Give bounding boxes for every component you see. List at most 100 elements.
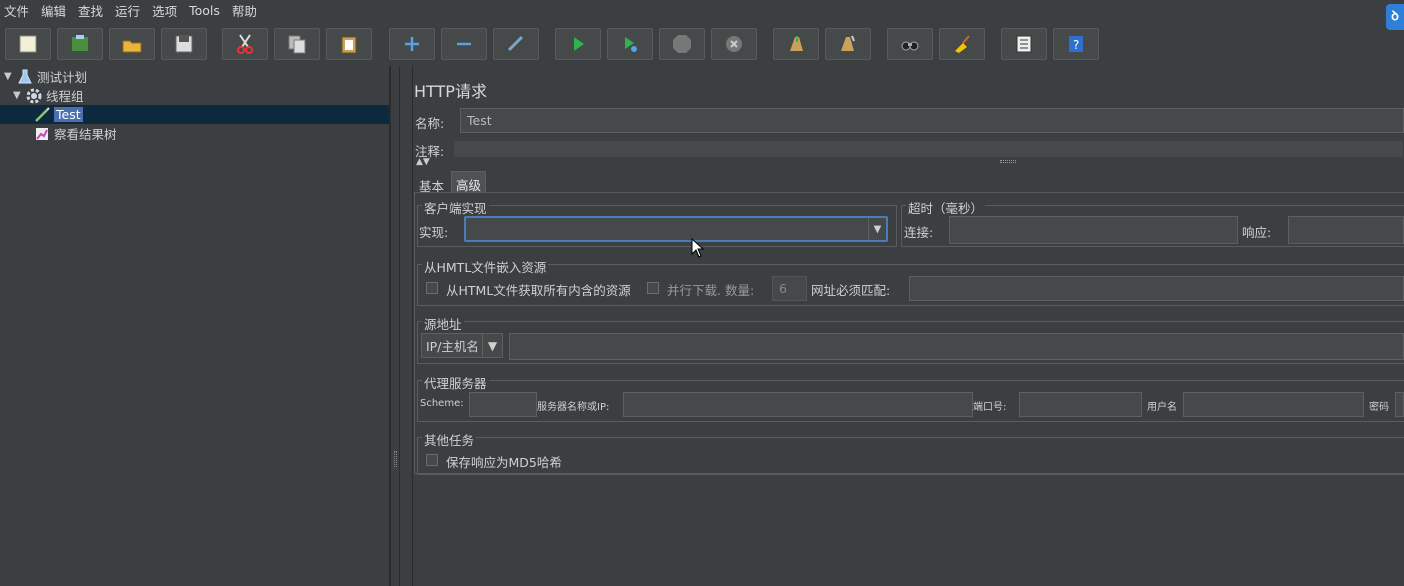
new-icon xyxy=(19,35,37,53)
toolbar: ? xyxy=(0,24,1404,64)
tree-item-thread-group[interactable]: ▼ 线程组 xyxy=(13,86,84,105)
tree-item-label: 测试计划 xyxy=(37,70,88,85)
open-button[interactable] xyxy=(109,28,155,60)
collapse-all-button[interactable] xyxy=(441,28,487,60)
toggle-button[interactable] xyxy=(493,28,539,60)
proxy-scheme-input[interactable] xyxy=(469,392,537,417)
connect-timeout-label: 连接: xyxy=(904,225,934,240)
open-icon xyxy=(122,40,142,53)
cut-button[interactable] xyxy=(222,28,268,60)
source-address-input[interactable] xyxy=(509,333,1404,360)
menu-tools[interactable]: Tools xyxy=(183,3,226,18)
shutdown-button[interactable] xyxy=(711,28,757,60)
connect-timeout-input[interactable] xyxy=(949,216,1238,244)
impl-select[interactable]: ▼ xyxy=(464,216,888,242)
mouse-cursor-icon xyxy=(691,238,705,258)
impl-label: 实现: xyxy=(419,225,449,240)
url-match-input[interactable] xyxy=(909,276,1404,301)
group-title: 源地址 xyxy=(422,314,464,333)
name-label: 名称: xyxy=(415,116,445,131)
menu-run[interactable]: 运行 xyxy=(109,1,146,20)
start-no-pause-icon xyxy=(625,37,637,52)
expand-all-button[interactable] xyxy=(389,28,435,60)
function-helper-icon xyxy=(1016,35,1032,53)
tree-item-test-plan[interactable]: ▼ 测试计划 xyxy=(4,67,87,86)
group-title: 代理服务器 xyxy=(422,373,489,392)
menu-edit[interactable]: 编辑 xyxy=(35,1,72,20)
proxy-password-label: 密码 xyxy=(1369,402,1389,413)
expand-toggle-icon[interactable]: ▼ xyxy=(4,71,16,82)
source-type-select[interactable]: IP/主机名 ▼ xyxy=(421,333,503,358)
clear-all-button[interactable] xyxy=(825,28,871,60)
start-button[interactable] xyxy=(555,28,601,60)
save-button[interactable] xyxy=(161,28,207,60)
start-no-pauses-button[interactable] xyxy=(607,28,653,60)
url-match-label: 网址必须匹配: xyxy=(811,283,891,298)
tab-advanced[interactable]: 高级 xyxy=(451,171,487,193)
test-plan-tree: ▼ 测试计划 ▼ 线程组 Test 察看结果树 xyxy=(0,66,390,586)
templates-icon xyxy=(72,35,88,51)
help-button[interactable]: ? xyxy=(1053,28,1099,60)
tab-basic[interactable]: 基本 xyxy=(415,173,448,194)
start-icon xyxy=(574,37,584,51)
parallel-count-input[interactable]: 6 xyxy=(772,276,807,301)
proxy-server-input[interactable] xyxy=(623,392,973,417)
chevron-down-icon[interactable]: ▼ xyxy=(868,218,886,240)
tree-item-label: 线程组 xyxy=(46,89,84,104)
proxy-server-label: 服务器名称或IP: xyxy=(537,402,610,413)
clear-all-icon xyxy=(841,35,855,51)
split-pane-divider[interactable] xyxy=(390,66,400,586)
collapse-icon xyxy=(457,42,471,46)
menu-bar: 文件 编辑 查找 运行 选项 Tools 帮助 xyxy=(0,0,1404,20)
copy-icon xyxy=(288,35,306,54)
proxy-port-label: 端口号: xyxy=(973,402,1007,413)
toggle-icon xyxy=(507,35,524,52)
retrieve-resources-label: 从HTML文件获取所有内含的资源 xyxy=(446,283,631,298)
resize-grip-icon[interactable] xyxy=(1000,160,1016,163)
response-timeout-label: 响应: xyxy=(1242,225,1272,240)
proxy-username-input[interactable] xyxy=(1183,392,1364,417)
group-title: 客户端实现 xyxy=(422,198,489,217)
name-input[interactable]: Test xyxy=(460,108,1404,133)
expand-toggle-icon[interactable]: ▼ xyxy=(13,90,25,101)
group-title: 从HMTL文件嵌入资源 xyxy=(422,257,549,276)
tree-item-http-request[interactable]: Test xyxy=(0,105,389,124)
help-icon: ? xyxy=(1069,36,1083,52)
paste-icon xyxy=(341,36,357,54)
menu-options[interactable]: 选项 xyxy=(146,1,183,20)
save-icon xyxy=(175,35,193,53)
page-title: HTTP请求 xyxy=(414,82,487,101)
drag-grip-icon[interactable] xyxy=(394,451,397,467)
proxy-port-input[interactable] xyxy=(1019,392,1142,417)
parallel-downloads-label: 并行下载. 数量: xyxy=(667,283,755,298)
comment-input[interactable] xyxy=(453,140,1404,158)
search-icon xyxy=(901,41,919,51)
svg-text:?: ? xyxy=(1073,38,1079,52)
reset-search-button[interactable] xyxy=(939,28,985,60)
search-button[interactable] xyxy=(887,28,933,60)
parallel-downloads-checkbox[interactable] xyxy=(647,282,659,294)
clear-button[interactable] xyxy=(773,28,819,60)
new-button[interactable] xyxy=(5,28,51,60)
copy-button[interactable] xyxy=(274,28,320,60)
templates-button[interactable] xyxy=(57,28,103,60)
tree-item-results-tree[interactable]: 察看结果树 xyxy=(33,124,117,143)
response-timeout-input[interactable] xyxy=(1288,216,1404,244)
cut-icon xyxy=(237,34,253,54)
expand-icon xyxy=(405,37,419,51)
source-type-value: IP/主机名 xyxy=(426,339,479,354)
menu-help[interactable]: 帮助 xyxy=(226,1,263,20)
collapse-arrows-icon[interactable]: ▲▼ xyxy=(416,157,430,167)
paste-button[interactable] xyxy=(326,28,372,60)
tree-item-label: Test xyxy=(54,107,83,122)
menu-search[interactable]: 查找 xyxy=(72,1,109,20)
retrieve-resources-checkbox[interactable] xyxy=(426,282,438,294)
function-helper-button[interactable] xyxy=(1001,28,1047,60)
proxy-password-input[interactable] xyxy=(1395,392,1404,417)
md5-checkbox[interactable] xyxy=(426,454,438,466)
menu-file[interactable]: 文件 xyxy=(0,1,35,20)
chevron-down-icon[interactable]: ▼ xyxy=(482,334,502,357)
group-title: 其他任务 xyxy=(422,430,477,449)
stop-button[interactable] xyxy=(659,28,705,60)
reset-search-icon xyxy=(955,35,970,53)
